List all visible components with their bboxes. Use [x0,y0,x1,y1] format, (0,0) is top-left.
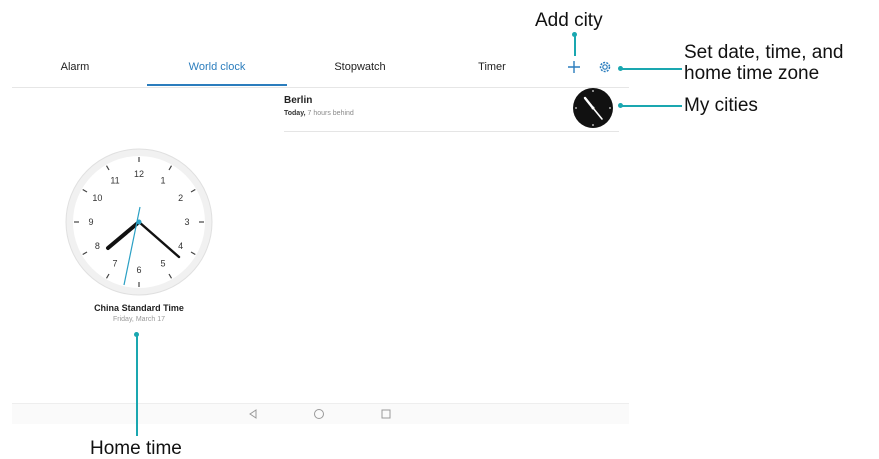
city-clock-icon [573,88,613,128]
callout-settings-line2: home time zone [684,63,820,84]
clock-numeral: 2 [178,193,183,203]
clock-numeral: 12 [134,169,144,179]
tab-stopwatch[interactable]: Stopwatch [305,61,415,73]
home-analog-clock: 121234567891011 [65,148,213,296]
tab-timer[interactable]: Timer [437,61,547,73]
circle-home-icon[interactable] [312,407,326,421]
city-list-item[interactable]: Berlin Today, 7 hours behind [284,93,619,132]
callout-home-time: Home time [90,438,182,459]
clock-numeral: 1 [160,175,165,185]
square-recents-icon[interactable] [379,407,393,421]
callout-line-settings [622,68,682,70]
clock-numeral: 3 [184,217,189,227]
gear-icon[interactable] [596,58,614,76]
tab-alarm[interactable]: Alarm [20,61,130,73]
triangle-back-icon[interactable] [246,407,260,421]
callout-settings-line1: Set date, time, and [684,42,844,63]
callout-dot-home-time [134,332,139,337]
callout-dot-settings [618,66,623,71]
clock-numeral: 5 [160,259,165,269]
tab-world-clock[interactable]: World clock [162,61,272,73]
clock-numeral: 7 [112,259,117,269]
clock-numeral: 9 [88,217,93,227]
system-nav-bar [12,403,629,424]
home-timezone-name: China Standard Time [94,303,184,313]
tab-bar: Alarm World clock Stopwatch Timer [12,55,629,88]
active-tab-indicator [147,84,287,86]
callout-add-city: Add city [535,10,603,31]
plus-icon[interactable] [565,58,583,76]
callout-dot-my-cities [618,103,623,108]
callout-line-my-cities [622,105,682,107]
clock-numeral: 11 [110,175,119,185]
world-clock-screen: Alarm World clock Stopwatch Timer Berlin… [12,55,629,424]
city-offset: Today, 7 hours behind [284,110,354,117]
city-name: Berlin [284,95,313,106]
clock-numeral: 4 [178,241,183,251]
callout-my-cities: My cities [684,95,758,116]
clock-numeral: 6 [136,265,141,275]
home-date: Friday, March 17 [113,316,165,323]
clock-numeral: 10 [92,193,102,203]
callout-line-home-time [136,334,138,436]
callout-line-add-city [574,34,576,56]
callout-dot-add-city [572,32,577,37]
clock-numeral: 8 [95,241,100,251]
